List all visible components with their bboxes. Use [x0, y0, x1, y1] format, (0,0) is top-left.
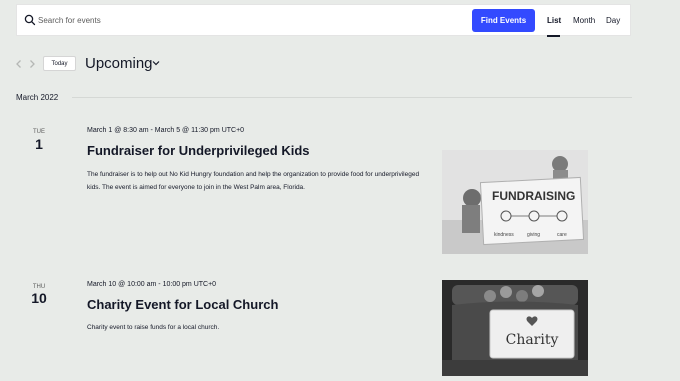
- event-title-link[interactable]: Charity Event for Local Church: [87, 297, 278, 312]
- event-description: The fundraiser is to help out No Kid Hun…: [87, 171, 420, 191]
- active-view-indicator: [547, 35, 560, 37]
- month-separator: March 2022: [16, 93, 59, 102]
- image-label-text: Charity: [506, 332, 559, 348]
- image-label: giving: [527, 232, 540, 238]
- charity-jar-photo: Charity: [442, 280, 588, 376]
- event-date-range: March 10 @ 10:00 am - 10:00 pm UTC+0: [87, 281, 217, 288]
- search-input[interactable]: [38, 11, 338, 29]
- today-button[interactable]: Today: [43, 56, 76, 71]
- event-day-of-week: TUE: [33, 129, 45, 135]
- chevron-down-icon[interactable]: [152, 60, 160, 66]
- image-sign-text: FUNDRAISING: [492, 189, 575, 203]
- view-month-tab[interactable]: Month: [573, 16, 595, 25]
- month-divider: [72, 97, 632, 98]
- event-day-number: 1: [35, 136, 43, 152]
- event-day-number: 10: [31, 290, 47, 306]
- event-title-link[interactable]: Fundraiser for Underprivileged Kids: [87, 143, 310, 158]
- find-events-button[interactable]: Find Events: [472, 9, 535, 32]
- events-search-bar: Find Events List Month Day: [16, 4, 631, 37]
- date-range-label[interactable]: Upcoming: [85, 55, 153, 72]
- image-label: kindness: [494, 232, 514, 238]
- event-featured-image[interactable]: Charity: [442, 280, 588, 376]
- chevron-left-icon[interactable]: [14, 59, 24, 69]
- chevron-right-icon[interactable]: [27, 59, 37, 69]
- image-label: care: [557, 232, 567, 238]
- event-date-range: March 1 @ 8:30 am - March 5 @ 11:30 pm U…: [87, 127, 245, 134]
- fundraising-photo: FUNDRAISING kindness giving care: [442, 150, 588, 254]
- event-featured-image[interactable]: FUNDRAISING kindness giving care: [442, 150, 588, 254]
- search-icon: [24, 14, 36, 26]
- view-list-tab[interactable]: List: [547, 16, 561, 25]
- view-day-tab[interactable]: Day: [606, 16, 620, 25]
- event-description: Charity event to raise funds for a local…: [87, 324, 220, 331]
